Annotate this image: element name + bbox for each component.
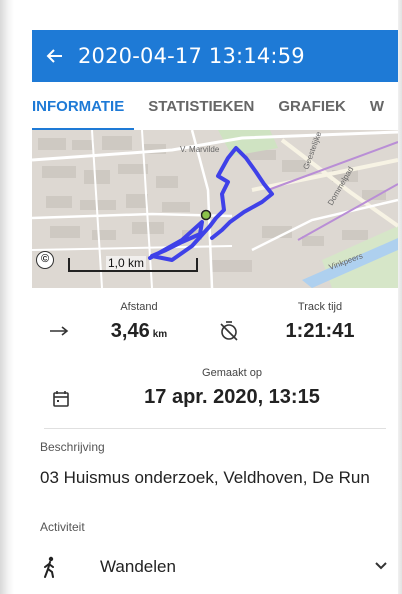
street-label: V. Marvilde — [180, 145, 220, 154]
divider — [44, 428, 386, 429]
created-stat: Gemaakt op 17 apr. 2020, 13:15 — [112, 364, 352, 409]
created-value: 17 apr. 2020, 13:15 — [144, 386, 320, 408]
tab-statistieken[interactable]: STATISTIEKEN — [136, 84, 266, 130]
track-time-label: Track tijd — [297, 301, 343, 313]
distance-value: 3,46 — [110, 320, 150, 342]
description-text[interactable]: 03 Huismus onderzoek, Veldhoven, De Run — [40, 468, 390, 488]
stats-panel: Afstand 3,46 km Track tijd 1:21:41 Gemaak… — [32, 288, 398, 594]
created-label: Gemaakt op — [202, 367, 262, 379]
activity-label: Activiteit — [40, 520, 85, 534]
description-section: Beschrijving 03 Huismus onderzoek, Veldh… — [40, 440, 390, 488]
tab-informatie[interactable]: INFORMATIE — [32, 84, 136, 130]
copyright-icon[interactable]: © — [36, 251, 54, 269]
track-time-stat: Track tijd 1:21:41 — [270, 298, 370, 343]
distance-label: Afstand — [120, 301, 158, 313]
page-title: 2020-04-17 13:14:59 — [78, 44, 305, 68]
toolbar: 2020-04-17 13:14:59 — [32, 30, 398, 82]
tab-more[interactable]: W — [358, 84, 396, 130]
description-label: Beschrijving — [40, 440, 105, 454]
app-screen: 2020-04-17 13:14:59 INFORMATIE STATISTIE… — [32, 0, 398, 594]
tab-grafiek[interactable]: GRAFIEK — [266, 84, 358, 130]
tab-bar: INFORMATIE STATISTIEKEN GRAFIEK W — [32, 84, 398, 130]
track-map[interactable]: V. Marvilde Dommelpad Geestelijke Vinkpe… — [32, 130, 398, 288]
activity-section: Activiteit — [40, 520, 390, 534]
app-bar: 2020-04-17 13:14:59 — [32, 0, 398, 84]
calendar-icon — [48, 386, 74, 412]
distance-unit: km — [152, 329, 168, 340]
chevron-down-icon[interactable] — [374, 558, 388, 576]
map-scale-label: 1,0 km — [106, 256, 147, 270]
arrow-left-icon[interactable] — [32, 30, 78, 82]
track-time-value: 1:21:41 — [285, 320, 355, 342]
timer-off-icon — [216, 318, 242, 344]
frame-shadow-left — [0, 0, 14, 594]
arrow-right-icon — [46, 318, 72, 344]
activity-dropdown[interactable]: Wandelen — [42, 552, 388, 582]
activity-value: Wandelen — [100, 557, 176, 576]
distance-stat: Afstand 3,46 km — [94, 298, 184, 343]
walking-icon — [42, 556, 72, 578]
